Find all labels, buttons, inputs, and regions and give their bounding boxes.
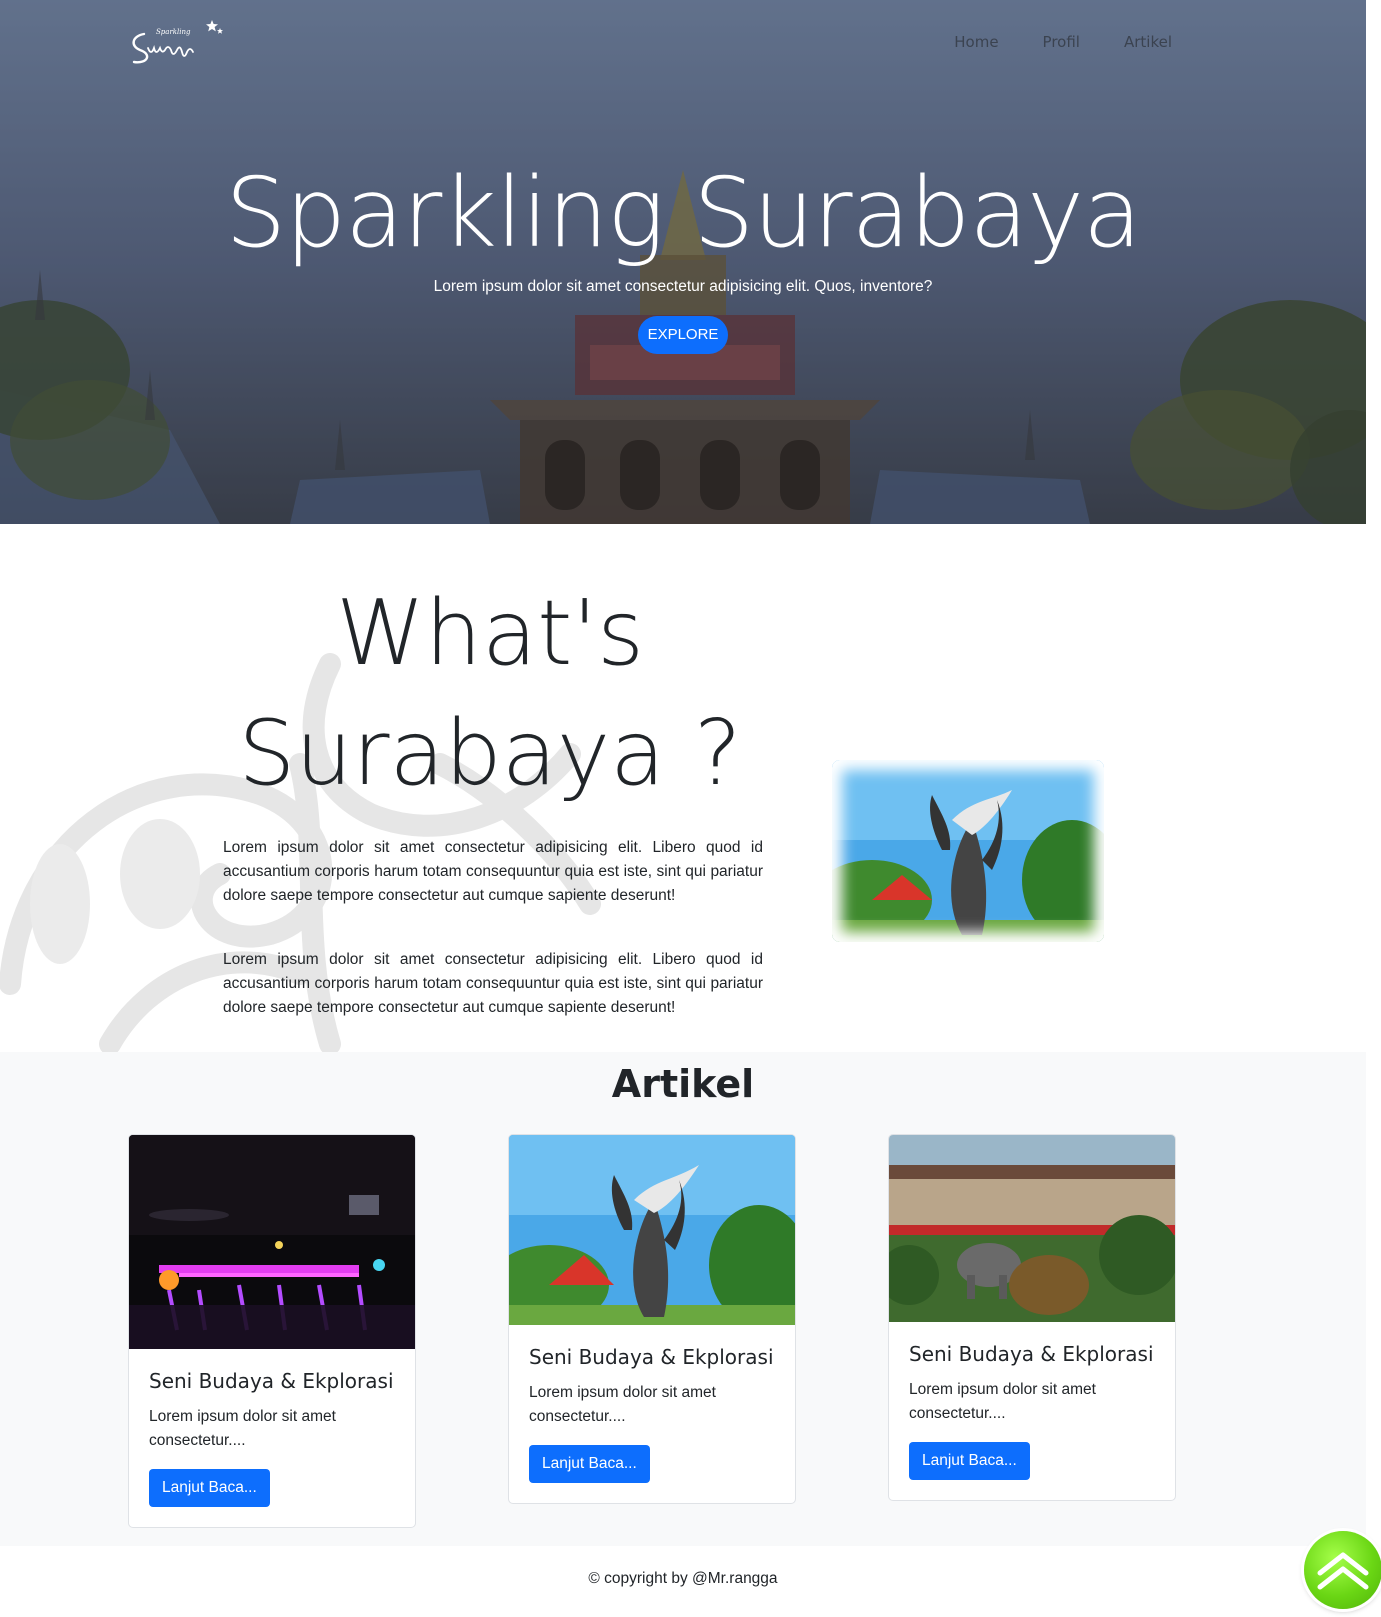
suro-boyo-statue-card-image <box>509 1135 795 1325</box>
site-logo[interactable]: Sparkling <box>126 14 226 66</box>
articles-section: Artikel Seni Budaya & Ekplorasi Lorem ip… <box>0 1052 1366 1546</box>
article-card-3-title: Seni Budaya & Ekplorasi <box>909 1342 1154 1366</box>
articles-title: Artikel <box>611 1062 755 1106</box>
about-paragraph-2: Lorem ipsum dolor sit amet consectetur a… <box>223 951 763 1016</box>
svg-text:Sparkling: Sparkling <box>156 28 191 36</box>
suro-boyo-statue-image <box>832 760 1104 942</box>
nav-profil[interactable]: Profil <box>1021 32 1102 52</box>
explore-button[interactable]: EXPLORE <box>638 316 728 354</box>
article-card-3-text: Lorem ipsum dolor sit amet consectetur..… <box>909 1381 1096 1422</box>
article-card-3-read-more-button[interactable]: Lanjut Baca... <box>909 1442 1030 1480</box>
double-chevron-up-icon <box>1317 1552 1369 1590</box>
copyright-text: © copyright by @Mr.rangga <box>588 1570 778 1587</box>
main-nav: Home Profil Artikel <box>932 32 1194 52</box>
article-card-1: Seni Budaya & Ekplorasi Lorem ipsum dolo… <box>128 1134 416 1528</box>
surabaya-zoo-image <box>889 1135 1175 1322</box>
scroll-to-top-button[interactable] <box>1304 1531 1381 1609</box>
article-card-2-text: Lorem ipsum dolor sit amet consectetur..… <box>529 1384 716 1425</box>
about-section: What's Surabaya ? Lorem ipsum dolor sit … <box>0 524 1366 1052</box>
hero-section: Sparkling Home Profil Artikel Sparkling … <box>0 0 1366 524</box>
about-title: What's Surabaya ? <box>238 581 742 806</box>
article-card-1-text: Lorem ipsum dolor sit amet consectetur..… <box>149 1408 336 1449</box>
about-paragraph-1: Lorem ipsum dolor sit amet consectetur a… <box>223 839 763 904</box>
article-card-2: Seni Budaya & Ekplorasi Lorem ipsum dolo… <box>508 1134 796 1504</box>
nav-home[interactable]: Home <box>932 32 1020 52</box>
hero-title: Sparkling Surabaya <box>225 157 1142 269</box>
article-card-2-title: Seni Budaya & Ekplorasi <box>529 1345 774 1369</box>
article-card-1-title: Seni Budaya & Ekplorasi <box>149 1369 394 1393</box>
sparkling-surabaya-logo-icon: Sparkling <box>132 20 223 64</box>
hero-subtitle: Lorem ipsum dolor sit amet consectetur a… <box>433 278 933 295</box>
footer: © copyright by @Mr.rangga <box>0 1546 1366 1617</box>
nav-artikel[interactable]: Artikel <box>1102 32 1194 52</box>
article-card-3: Seni Budaya & Ekplorasi Lorem ipsum dolo… <box>888 1134 1176 1501</box>
night-river-bridge-image <box>129 1135 415 1349</box>
article-card-1-read-more-button[interactable]: Lanjut Baca... <box>149 1469 270 1507</box>
article-card-2-read-more-button[interactable]: Lanjut Baca... <box>529 1445 650 1483</box>
